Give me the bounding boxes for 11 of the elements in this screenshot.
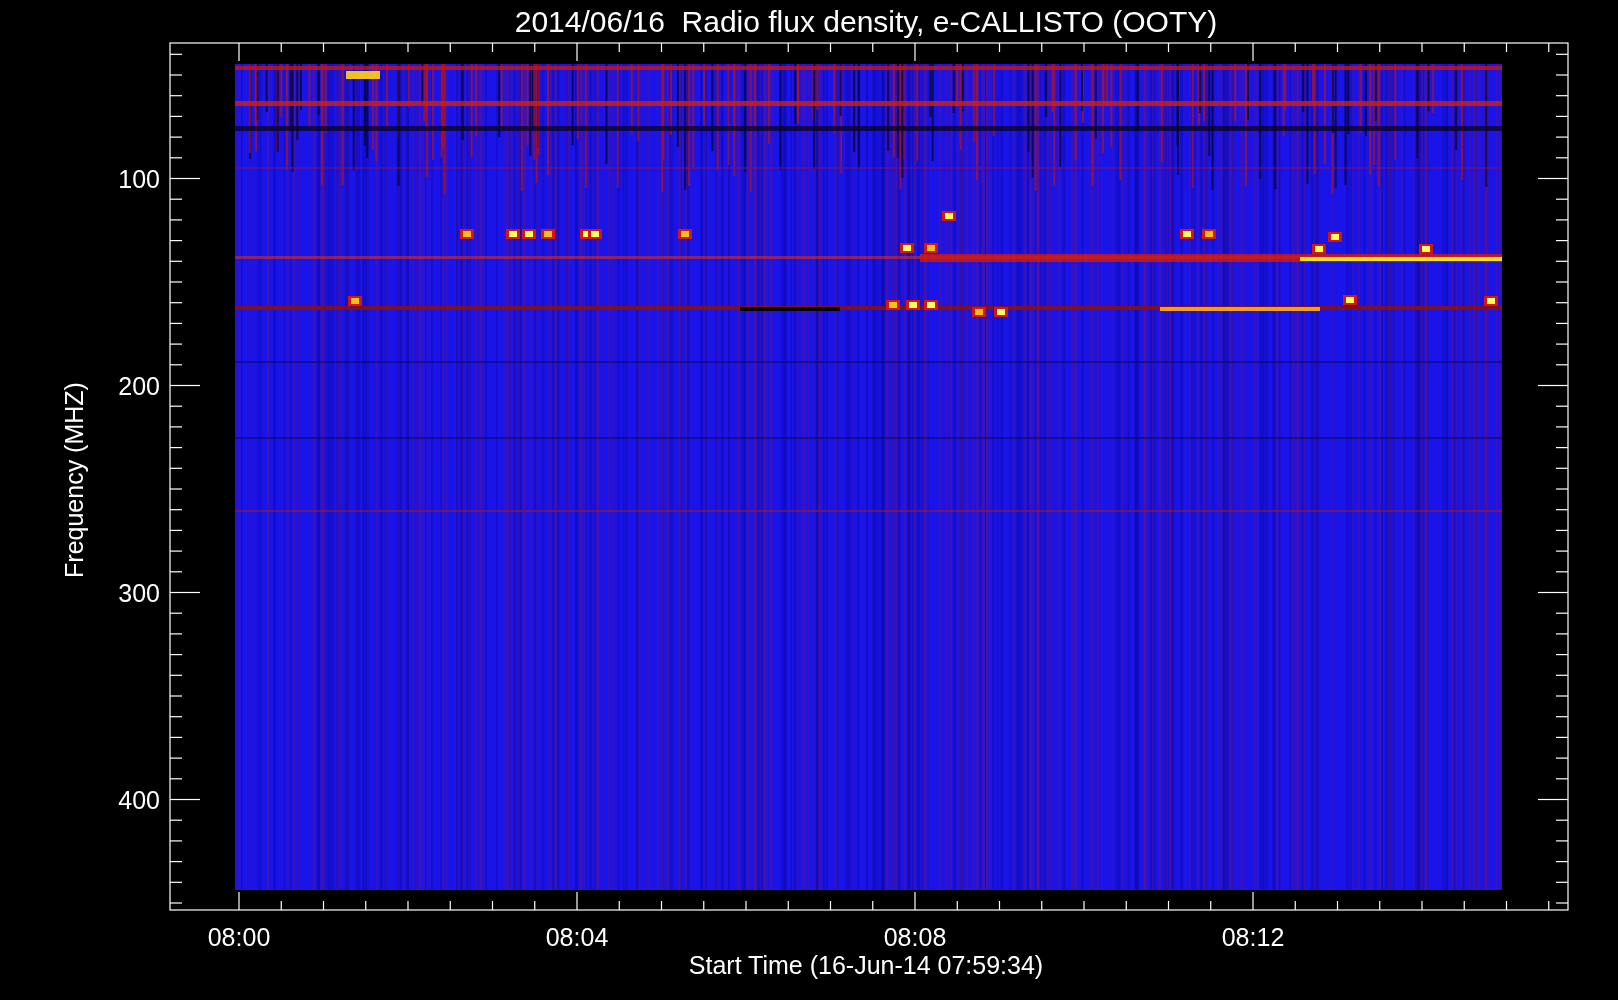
axis-title: Frequency (MHZ) xyxy=(60,382,88,578)
tick-label: 08:00 xyxy=(207,923,271,951)
tick-label: 08:04 xyxy=(545,923,609,951)
axis-title: Start Time (16-Jun-14 07:59:34) xyxy=(688,951,1044,979)
tick-label: 400 xyxy=(118,785,160,814)
tick-label: 100 xyxy=(118,164,160,193)
tick-label: 08:12 xyxy=(1221,923,1285,951)
tick-label: 08:08 xyxy=(883,923,947,951)
tick-label: 200 xyxy=(118,371,160,400)
plot-title: 2014/06/16 Radio flux density, e-CALLISTO (OOTY) xyxy=(514,5,1218,38)
tick-label: 300 xyxy=(118,578,160,607)
